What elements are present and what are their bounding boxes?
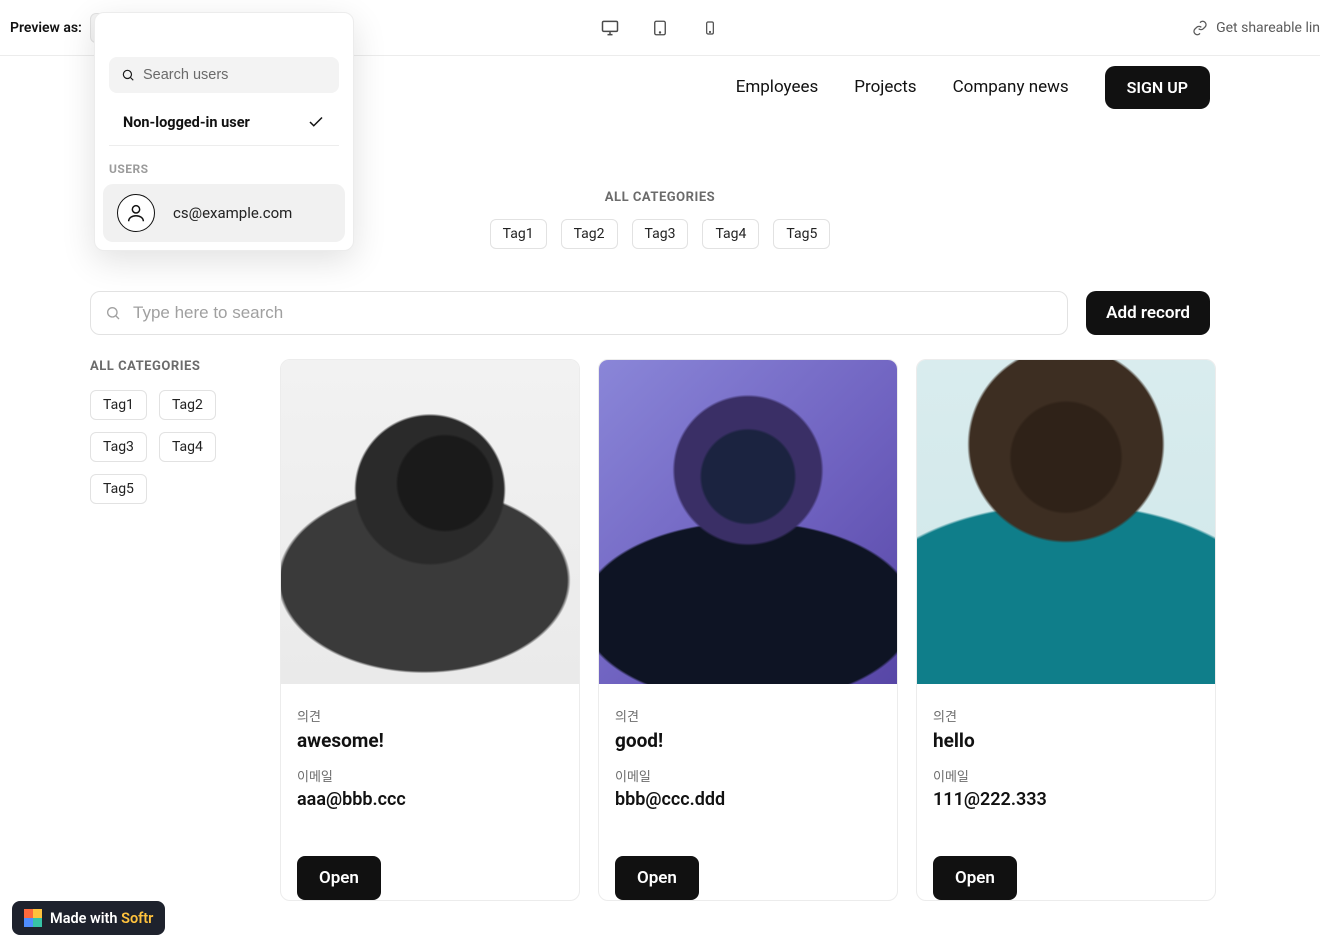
list-search[interactable]: [90, 291, 1068, 335]
mobile-icon[interactable]: [699, 17, 721, 39]
sidebar-categories-title: ALL CATEGORIES: [90, 359, 280, 374]
sidebar-tag[interactable]: Tag4: [159, 432, 216, 462]
softr-logo-icon: [24, 909, 42, 927]
nav-employees[interactable]: Employees: [736, 77, 819, 97]
nav-company-news[interactable]: Company news: [953, 77, 1069, 97]
tablet-icon[interactable]: [649, 17, 671, 39]
list-toolbar: Add record: [0, 249, 1320, 335]
sidebar-tag[interactable]: Tag5: [90, 474, 147, 504]
share-link[interactable]: Get shareable lin: [1182, 20, 1320, 36]
record-card: 의견 awesome! 이메일 aaa@bbb.ccc Open: [280, 359, 580, 901]
made-with-softr-badge[interactable]: Made with Softr: [12, 901, 165, 935]
sidebar-tag[interactable]: Tag3: [90, 432, 147, 462]
top-categories-title: ALL CATEGORIES: [605, 190, 715, 205]
card-photo: [599, 360, 897, 684]
sidebar-categories: ALL CATEGORIES Tag1 Tag2 Tag3 Tag4 Tag5: [90, 359, 280, 901]
badge-prefix: Made with: [50, 910, 121, 927]
dropdown-search-input[interactable]: [143, 67, 330, 83]
dropdown-user-item[interactable]: cs@example.com: [103, 184, 345, 242]
card-opinion-value: awesome!: [297, 729, 563, 752]
card-email-value: bbb@ccc.ddd: [615, 789, 881, 810]
signup-button[interactable]: SIGN UP: [1105, 66, 1210, 109]
card-grid: 의견 awesome! 이메일 aaa@bbb.ccc Open 의견 good…: [280, 359, 1216, 901]
desktop-icon[interactable]: [599, 17, 621, 39]
card-opinion-label: 의견: [933, 706, 1199, 725]
top-tag[interactable]: Tag2: [561, 219, 618, 249]
open-button[interactable]: Open: [933, 856, 1017, 900]
top-tag[interactable]: Tag3: [632, 219, 689, 249]
sidebar-tag[interactable]: Tag1: [90, 390, 147, 420]
card-email-label: 이메일: [615, 766, 881, 785]
record-card: 의견 good! 이메일 bbb@ccc.ddd Open: [598, 359, 898, 901]
card-email-value: 111@222.333: [933, 789, 1199, 810]
preview-as-label: Preview as:: [10, 20, 82, 36]
card-opinion-value: hello: [933, 729, 1199, 752]
search-icon: [105, 305, 121, 321]
card-photo: [917, 360, 1215, 684]
card-opinion-value: good!: [615, 729, 881, 752]
preview-user-dropdown: Non-logged-in user USERS cs@example.com: [94, 12, 354, 251]
list-search-input[interactable]: [133, 303, 1053, 323]
top-tag[interactable]: Tag5: [773, 219, 830, 249]
badge-brand: Softr: [121, 910, 153, 927]
top-tag[interactable]: Tag1: [490, 219, 547, 249]
search-icon: [121, 68, 135, 82]
nav-projects[interactable]: Projects: [854, 77, 916, 97]
open-button[interactable]: Open: [297, 856, 381, 900]
check-icon: [307, 113, 325, 131]
card-opinion-label: 의견: [615, 706, 881, 725]
card-email-label: 이메일: [297, 766, 563, 785]
top-tag[interactable]: Tag4: [702, 219, 759, 249]
card-photo: [281, 360, 579, 684]
user-avatar-icon: [117, 194, 155, 232]
card-email-value: aaa@bbb.ccc: [297, 789, 563, 810]
open-button[interactable]: Open: [615, 856, 699, 900]
dropdown-section-label: USERS: [95, 146, 353, 184]
card-opinion-label: 의견: [297, 706, 563, 725]
card-email-label: 이메일: [933, 766, 1199, 785]
dropdown-current-option[interactable]: Non-logged-in user: [109, 103, 339, 146]
link-icon: [1192, 20, 1208, 36]
dropdown-user-email: cs@example.com: [173, 204, 292, 222]
share-link-label: Get shareable lin: [1216, 20, 1320, 36]
add-record-button[interactable]: Add record: [1086, 291, 1210, 335]
record-card: 의견 hello 이메일 111@222.333 Open: [916, 359, 1216, 901]
sidebar-tag[interactable]: Tag2: [159, 390, 216, 420]
device-switcher: [599, 17, 721, 39]
dropdown-search[interactable]: [109, 57, 339, 93]
dropdown-current-label: Non-logged-in user: [123, 114, 250, 131]
